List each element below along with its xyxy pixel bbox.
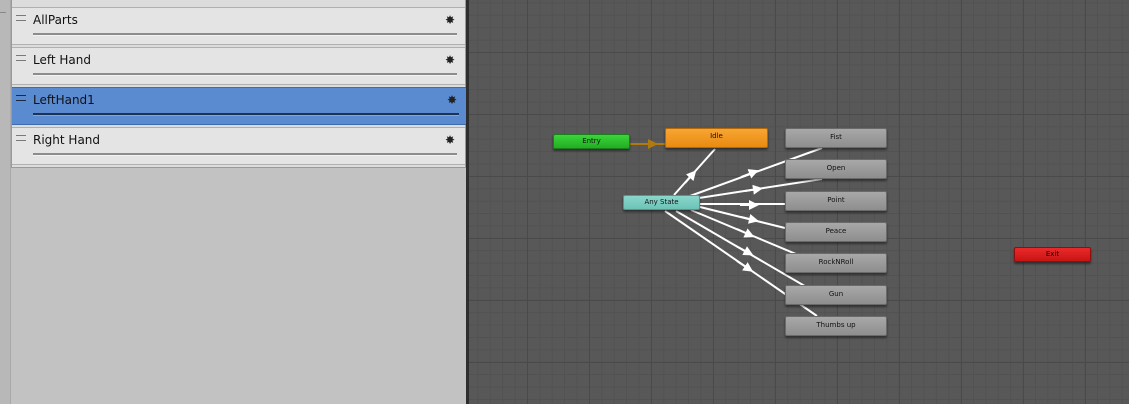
state-exit[interactable]: Exit: [1014, 247, 1091, 262]
layer-item-allparts[interactable]: AllParts ✸: [12, 7, 465, 45]
animator-graph[interactable]: Entry Idle Any State Exit Fist Open Poin…: [469, 0, 1129, 404]
gear-icon[interactable]: ✸: [445, 53, 455, 67]
gear-icon[interactable]: ✸: [445, 133, 455, 147]
layer-weight-slider[interactable]: [33, 153, 457, 156]
layer-weight-slider[interactable]: [33, 73, 457, 76]
state-open[interactable]: Open: [785, 159, 887, 179]
drag-handle-icon[interactable]: [16, 135, 26, 141]
state-any-state[interactable]: Any State: [623, 195, 700, 210]
layer-name: AllParts: [33, 13, 78, 27]
panel-edge: [0, 0, 11, 404]
drag-handle-icon[interactable]: [16, 95, 26, 101]
layer-name: Right Hand: [33, 133, 101, 147]
state-gun[interactable]: Gun: [785, 285, 887, 305]
state-peace[interactable]: Peace: [785, 222, 887, 242]
gear-icon[interactable]: ✸: [445, 13, 455, 27]
state-thumbs-up[interactable]: Thumbs up: [785, 316, 887, 336]
layer-item-right-hand[interactable]: Right Hand ✸: [12, 127, 465, 165]
state-rocknroll[interactable]: RockNRoll: [785, 253, 887, 273]
state-entry[interactable]: Entry: [553, 134, 630, 149]
layer-name: Left Hand: [33, 53, 91, 67]
layer-name: LeftHand1: [33, 93, 95, 107]
layer-item-left-hand[interactable]: Left Hand ✸: [12, 47, 465, 85]
drag-handle-icon[interactable]: [16, 55, 26, 61]
layer-weight-slider[interactable]: [33, 113, 459, 116]
layers-panel: AllParts ✸ Left Hand ✸ LeftHand1 ✸ Right…: [0, 0, 468, 404]
state-point[interactable]: Point: [785, 191, 887, 211]
layer-weight-slider[interactable]: [33, 33, 457, 36]
layer-list: AllParts ✸ Left Hand ✸ LeftHand1 ✸ Right…: [11, 0, 467, 168]
state-idle[interactable]: Idle: [665, 128, 768, 148]
layer-item-lefthand1[interactable]: LeftHand1 ✸: [12, 87, 467, 125]
gear-icon[interactable]: ✸: [447, 93, 457, 107]
state-fist[interactable]: Fist: [785, 128, 887, 148]
drag-handle-icon[interactable]: [16, 15, 26, 21]
